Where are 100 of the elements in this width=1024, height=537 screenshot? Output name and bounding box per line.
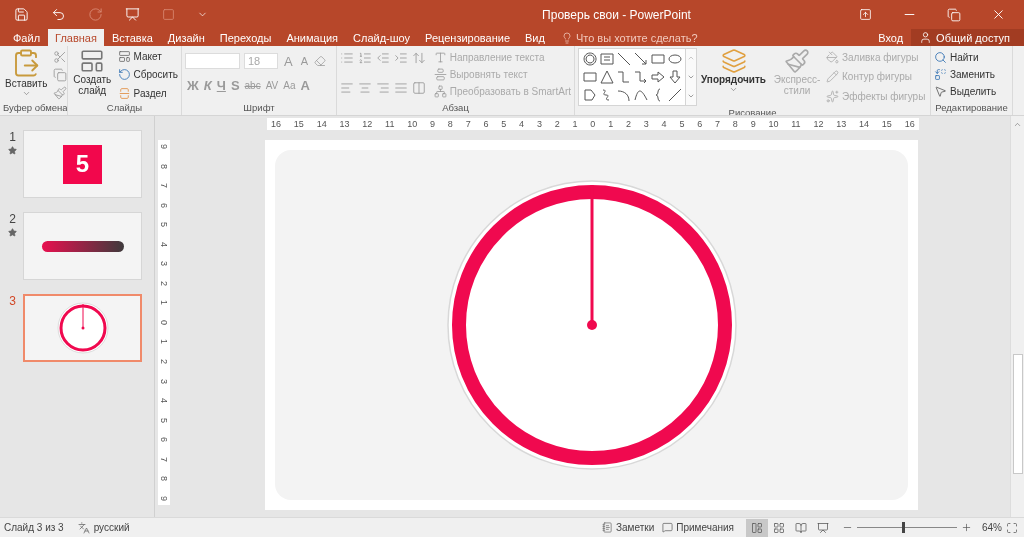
paste-button[interactable]: Вставить [3, 48, 50, 101]
ribbon-tab[interactable]: Файл [6, 29, 48, 46]
slide-thumbnail[interactable] [23, 294, 142, 362]
grid-icon [773, 521, 785, 534]
ribbon-tab[interactable]: Слайд-шоу [346, 29, 418, 46]
arc-icon[interactable] [616, 88, 631, 102]
scroll-up-icon[interactable] [1013, 120, 1022, 129]
brush-icon [784, 48, 810, 74]
ruler-number: 15 [293, 119, 304, 129]
pointer-icon [934, 84, 947, 98]
triangle-icon[interactable] [599, 70, 614, 84]
share-button[interactable]: Общий доступ [911, 29, 1024, 46]
sign-in-link[interactable]: Вход [870, 29, 912, 46]
zoom-in-icon[interactable] [961, 522, 972, 533]
ruler-number: 1 [608, 119, 614, 129]
ribbon-tab[interactable]: Дизайн [160, 29, 212, 46]
freeform-icon[interactable] [582, 88, 597, 102]
book-icon [795, 521, 807, 534]
line-icon[interactable] [616, 52, 631, 66]
group-label: Слайды [105, 101, 144, 114]
arrow-icon[interactable] [633, 52, 648, 66]
font-name-field[interactable] [185, 53, 240, 69]
shape-icon[interactable] [162, 8, 175, 21]
line-icon[interactable] [667, 88, 682, 102]
ruler-number: 1 [572, 119, 578, 129]
clear-format-icon[interactable] [314, 55, 326, 67]
group-label: Абзац [441, 101, 470, 114]
editing-option[interactable]: Найти [934, 49, 997, 65]
ruler-number: 9 [750, 119, 756, 129]
reset-button[interactable]: Сбросить [117, 66, 178, 83]
slide-thumbnail[interactable]: 5 [23, 130, 142, 198]
new-slide-button[interactable]: Создать слайд [71, 48, 114, 101]
ribbon-tab[interactable]: Анимация [279, 29, 346, 46]
undo-icon[interactable] [51, 7, 66, 22]
editing-option[interactable]: Заменить [934, 66, 997, 82]
columns-icon[interactable] [412, 81, 426, 95]
ruler-number: 0 [590, 119, 596, 129]
zoom-level-button[interactable]: 64% [978, 522, 1006, 533]
slide-thumbnail[interactable] [23, 212, 142, 280]
down-arrow-icon[interactable] [667, 70, 682, 84]
ruler-number: 5 [159, 222, 169, 228]
tell-me-field[interactable]: Что вы хотите сделать? [575, 31, 698, 44]
ribbon-tab[interactable]: Вставка [104, 29, 160, 46]
ruler-number: 13 [339, 119, 350, 129]
paintbrush-icon[interactable] [53, 86, 67, 100]
caret-icon [729, 85, 738, 94]
shapes-gallery[interactable] [578, 48, 686, 106]
ruler-number: 4 [661, 119, 667, 129]
ruler-number: 7 [715, 119, 721, 129]
ruler-number: 6 [159, 202, 169, 208]
ribbon-tab[interactable]: Рецензирование [418, 29, 518, 46]
sparkle-icon [826, 89, 839, 103]
reset-icon [117, 68, 131, 81]
ruler-number: 10 [768, 119, 779, 129]
line-spacing-icon[interactable] [412, 51, 426, 65]
copy-icon[interactable] [53, 68, 67, 82]
close-icon[interactable] [991, 7, 1006, 22]
caret-icon [21, 89, 31, 98]
ruler-number: 7 [465, 119, 471, 129]
ruler-number: 16 [271, 119, 281, 129]
fit-slide-icon[interactable] [1006, 521, 1018, 534]
ruler-number: 1 [159, 300, 169, 306]
ruler-number: 11 [791, 119, 801, 129]
ruler-number: 10 [407, 119, 418, 129]
ruler-number: 11 [385, 119, 395, 129]
ribbon-tab[interactable]: Вид [518, 29, 552, 46]
ruler-number: 5 [501, 119, 507, 129]
ruler-number: 16 [904, 119, 915, 129]
numbering-icon[interactable] [358, 51, 372, 65]
spelling-icon[interactable] [77, 521, 90, 534]
editing-option[interactable]: Выделить [934, 83, 997, 99]
normal-view-button[interactable] [746, 518, 768, 537]
ruler-number: 8 [732, 119, 738, 129]
right-arrow-icon[interactable] [650, 70, 665, 84]
comments-button[interactable]: Примечания [658, 522, 738, 533]
language-button[interactable]: русский [89, 522, 134, 533]
restore-icon[interactable] [947, 7, 961, 22]
slideshow-icon[interactable] [125, 7, 140, 22]
ribbon-tab[interactable]: Переходы [212, 29, 279, 46]
user-icon [919, 31, 933, 44]
ruler-number: 9 [159, 495, 169, 501]
ruler-number: 4 [159, 398, 169, 404]
section-button[interactable]: Раздел [117, 85, 178, 101]
connector-arrow-icon[interactable] [633, 70, 648, 84]
curve-icon[interactable] [633, 88, 648, 102]
scissors-icon[interactable] [53, 50, 67, 64]
zoom-thumb[interactable] [902, 522, 905, 533]
ruler-number: 9 [159, 144, 169, 149]
layout-button[interactable]: Макет [117, 48, 178, 64]
scroll-thumb[interactable] [1012, 354, 1023, 474]
ribbon-display-icon[interactable] [859, 8, 872, 21]
ribbon-tab[interactable]: Главная [48, 29, 104, 46]
ruler-number: 14 [859, 119, 870, 129]
replace-icon [934, 67, 947, 81]
arrange-button[interactable]: Упорядочить [699, 48, 768, 106]
notes-button[interactable]: Заметки [598, 522, 659, 533]
scroll-down-icon[interactable] [687, 73, 695, 81]
group-label: Шрифт [242, 101, 276, 114]
slide-icon [79, 48, 106, 74]
save-icon[interactable] [14, 7, 29, 22]
